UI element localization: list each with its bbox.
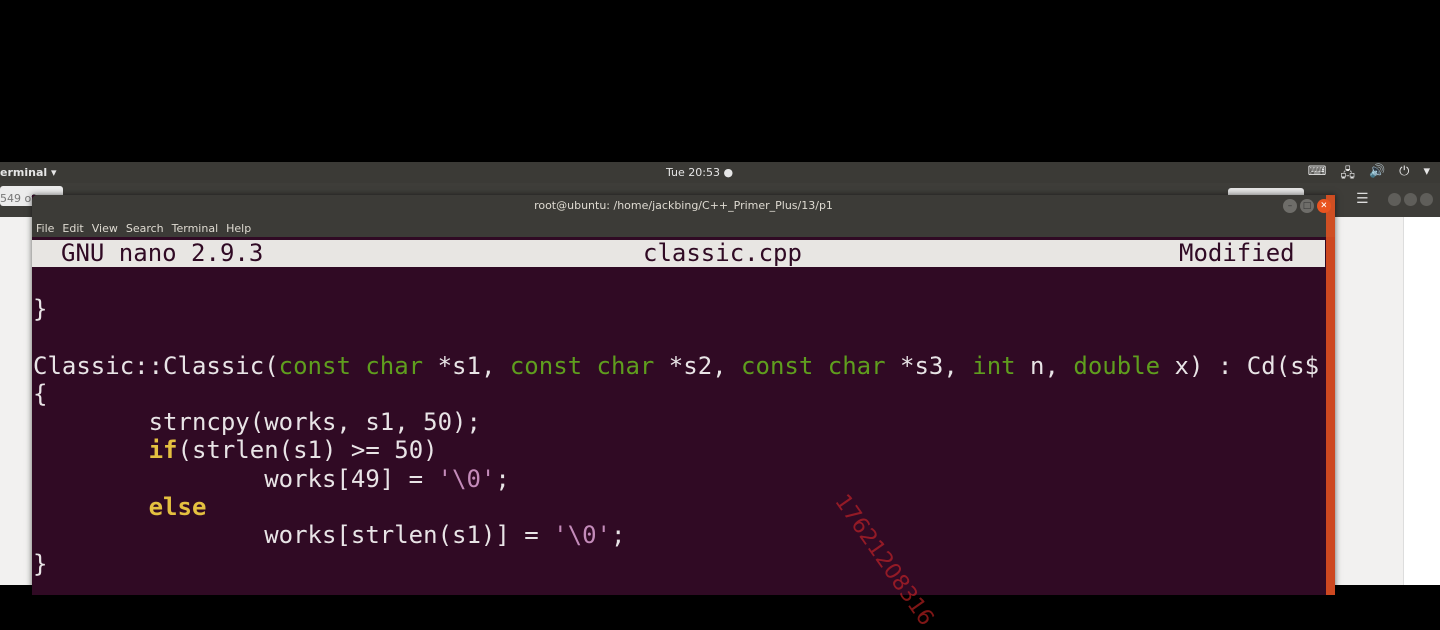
menu-file[interactable]: File — [36, 220, 54, 237]
file-name: classic.cpp — [643, 239, 802, 267]
code-token: *s2, — [654, 351, 742, 380]
minimize-button[interactable]: – — [1283, 199, 1297, 213]
code-line: strncpy(works, s1, 50); — [33, 408, 1319, 436]
scrollbar[interactable] — [1326, 195, 1335, 595]
code-token-kw: const char — [278, 351, 424, 380]
system-top-bar: erminal ▾ Tue 20:53 ● ⌨ 🖧 🔊 ⏻ ▾ — [0, 162, 1440, 183]
menu-edit[interactable]: Edit — [62, 220, 83, 237]
code-line: works[49] = '\0'; — [33, 465, 1319, 493]
code-line: { — [33, 380, 1319, 408]
code-token: ; — [610, 521, 626, 550]
nano-version: GNU nano 2.9.3 — [61, 239, 264, 267]
code-token: x) : Cd(s$ — [1160, 351, 1320, 380]
background-side-panel — [1403, 217, 1440, 585]
code-line: if(strlen(s1) >= 50) — [33, 436, 1319, 464]
window-title: root@ubuntu: /home/jackbing/C++_Primer_P… — [534, 199, 833, 212]
code-area[interactable]: } Classic::Classic(const char *s1, const… — [33, 295, 1319, 578]
code-token-str: '\0' — [437, 464, 496, 493]
code-token: strncpy(works, s1, 50); — [33, 408, 481, 437]
code-token-ctl: if — [148, 436, 178, 465]
code-token-kw: int — [972, 351, 1016, 380]
code-token: *s3, — [885, 351, 973, 380]
menu-terminal[interactable]: Terminal — [172, 220, 219, 237]
hamburger-menu-icon[interactable]: ☰ — [1356, 191, 1369, 207]
code-token: works[49] = — [33, 464, 438, 493]
code-line: works[strlen(s1)] = '\0'; — [33, 521, 1319, 549]
code-token: ; — [495, 464, 510, 493]
maximize-button[interactable]: □ — [1300, 199, 1314, 213]
code-line: else — [33, 493, 1319, 521]
code-token: (strlen(s1) >= 50) — [177, 436, 438, 465]
code-token-str: '\0' — [553, 521, 611, 550]
code-token: } — [33, 549, 48, 578]
minimize-icon[interactable] — [1388, 193, 1401, 206]
app-menu[interactable]: erminal ▾ — [0, 166, 57, 179]
code-token: Classic::Classic( — [33, 351, 279, 380]
clock[interactable]: Tue 20:53 ● — [666, 166, 733, 179]
code-line: } — [33, 550, 1319, 578]
background-window-controls[interactable] — [1388, 193, 1433, 206]
menu-view[interactable]: View — [92, 220, 118, 237]
code-line: } — [33, 295, 1319, 323]
menu-search[interactable]: Search — [126, 220, 164, 237]
code-token: *s1, — [423, 351, 510, 380]
code-token: n, — [1015, 351, 1074, 380]
terminal-titlebar[interactable]: root@ubuntu: /home/jackbing/C++_Primer_P… — [32, 195, 1335, 220]
nano-header: GNU nano 2.9.3 classic.cpp Modified — [32, 240, 1325, 267]
code-token: { — [33, 379, 48, 408]
code-token-ctl: else — [148, 493, 207, 522]
maximize-icon[interactable] — [1404, 193, 1417, 206]
code-token: works[strlen(s1)] = — [33, 521, 554, 550]
modified-status: Modified — [1179, 239, 1295, 267]
code-token-kw: const char — [509, 351, 655, 380]
code-token: } — [33, 295, 48, 323]
menu-help[interactable]: Help — [226, 220, 251, 237]
terminal-window: root@ubuntu: /home/jackbing/C++_Primer_P… — [32, 195, 1335, 595]
terminal-menubar: File Edit View Search Terminal Help — [32, 220, 1335, 237]
close-icon[interactable] — [1420, 193, 1433, 206]
code-token-kw: double — [1073, 351, 1161, 380]
code-line: Classic::Classic(const char *s1, const c… — [33, 352, 1319, 380]
code-token-kw: const char — [741, 351, 886, 380]
